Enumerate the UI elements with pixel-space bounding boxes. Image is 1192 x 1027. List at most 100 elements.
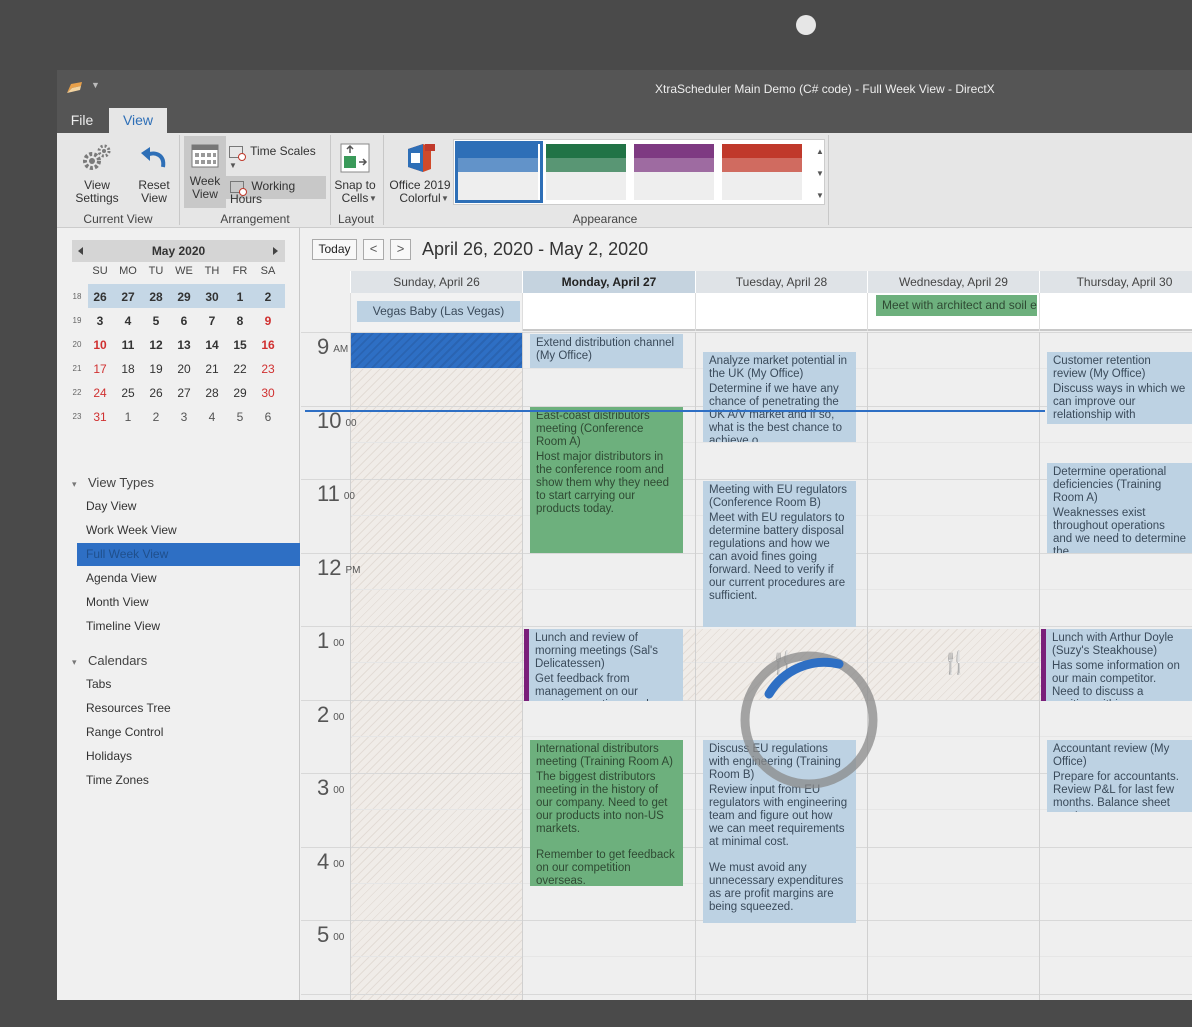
calendar-day[interactable]: 28 — [142, 290, 170, 304]
calendar-day[interactable]: 25 — [114, 386, 142, 400]
gallery-scroll[interactable]: ▲ ▼ ▼ — [815, 141, 825, 207]
next-range-button[interactable]: > — [390, 239, 411, 260]
calendar-day[interactable]: 22 — [226, 362, 254, 376]
calendar-day[interactable]: 28 — [198, 386, 226, 400]
calendar-day[interactable]: 5 — [226, 410, 254, 424]
left-navigation-pane: May 2020 SU MO TU WE TH FR SA 18 26 27 28 29 30 1 2 19 3… — [57, 228, 300, 1000]
nav-item-view-type[interactable]: Timeline View — [77, 615, 300, 638]
column-header-tuesday[interactable]: Tuesday, April 28 — [695, 271, 867, 293]
appointment-description: Prepare for accountants. Review P&L for … — [1053, 771, 1179, 812]
calendar-day[interactable]: 14 — [198, 338, 226, 352]
appointment[interactable]: Meeting with EU regulators (Conference R… — [703, 481, 856, 627]
calendar-day[interactable]: 30 — [198, 290, 226, 304]
snap-to-cells-button[interactable]: Snap to Cells ▼ — [333, 141, 377, 205]
column-header-sunday[interactable]: Sunday, April 26 — [350, 271, 522, 293]
calendar-day[interactable]: 17 — [86, 362, 114, 376]
calendar-day[interactable]: 5 — [142, 314, 170, 328]
calendar-day[interactable]: 2 — [142, 410, 170, 424]
calendar-day[interactable]: 13 — [170, 338, 198, 352]
week-view-button[interactable]: Week View — [184, 136, 226, 208]
calendar-day[interactable]: 21 — [198, 362, 226, 376]
nav-item-calendar[interactable]: Range Control — [77, 721, 300, 744]
calendar-day[interactable]: 12 — [142, 338, 170, 352]
reset-view-button[interactable]: Reset View — [133, 141, 175, 205]
calendars-header[interactable]: ▾ Calendars — [72, 653, 147, 668]
quick-access-dropdown-icon[interactable]: ▼ — [91, 80, 100, 90]
calendar-day[interactable]: 26 — [86, 290, 114, 304]
tab-view[interactable]: View — [109, 108, 167, 133]
office-theme-button[interactable]: Office 2019 Colorful ▼ — [387, 141, 453, 205]
appointment[interactable]: Customer retention review (My Office) Dis… — [1047, 352, 1192, 424]
nav-item-calendar[interactable]: Tabs — [77, 673, 300, 696]
selected-time-cell[interactable] — [350, 332, 522, 368]
time-scales-button[interactable]: Time Scales ▼ — [229, 145, 321, 172]
column-header-thursday[interactable]: Thursday, April 30 — [1039, 271, 1192, 293]
calendar-day[interactable]: 30 — [254, 386, 282, 400]
nav-item-calendar[interactable]: Holidays — [77, 745, 300, 768]
calendar-day[interactable]: 11 — [114, 338, 142, 352]
calendar-day[interactable]: 18 — [114, 362, 142, 376]
tab-file[interactable]: File — [62, 108, 102, 133]
all-day-cell[interactable] — [522, 293, 695, 331]
column-header-monday[interactable]: Monday, April 27 — [522, 271, 695, 293]
calendar-day[interactable]: 15 — [226, 338, 254, 352]
app-icon[interactable] — [66, 81, 83, 95]
calendar-day[interactable]: 3 — [170, 410, 198, 424]
nav-item-view-type[interactable]: Work Week View — [77, 519, 300, 542]
calendar-day[interactable]: 26 — [142, 386, 170, 400]
nav-item-view-type[interactable]: Day View — [77, 495, 300, 518]
view-types-header[interactable]: ▾ View Types — [72, 475, 154, 490]
today-button[interactable]: Today — [312, 239, 357, 260]
all-day-appointment[interactable]: Vegas Baby (Las Vegas) — [357, 301, 520, 322]
appointment[interactable]: Lunch with Arthur Doyle (Suzy's Steakhou… — [1041, 629, 1192, 701]
calendar-day[interactable]: 6 — [254, 410, 282, 424]
calendar-day[interactable]: 27 — [114, 290, 142, 304]
all-day-appointment[interactable]: Meet with architect and soil e... — [876, 295, 1037, 316]
theme-swatch[interactable] — [458, 144, 538, 200]
calendar-day[interactable]: 1 — [114, 410, 142, 424]
appointment[interactable]: Accountant review (My Office) Prepare for… — [1047, 740, 1192, 812]
appointment[interactable]: Analyze market potential in the UK (My O… — [703, 352, 856, 442]
nav-item-view-type[interactable]: Agenda View — [77, 567, 300, 590]
nav-item-calendar[interactable]: Resources Tree — [77, 697, 300, 720]
all-day-cell[interactable] — [695, 293, 867, 331]
appointment-description: Meet with EU regulators to determine bat… — [709, 512, 846, 602]
calendar-day[interactable]: 4 — [198, 410, 226, 424]
hour-number: 1 — [317, 628, 330, 653]
appointment[interactable]: International distributors meeting (Trai… — [530, 740, 683, 886]
appointment[interactable]: East-coast distributors meeting (Confere… — [530, 407, 683, 553]
calendar-day[interactable]: 1 — [226, 290, 254, 304]
nav-item-view-type[interactable]: Full Week View — [77, 543, 300, 566]
theme-swatch[interactable] — [722, 144, 802, 200]
calendar-day[interactable]: 16 — [254, 338, 282, 352]
calendar-day[interactable]: 6 — [170, 314, 198, 328]
calendar-day[interactable]: 20 — [170, 362, 198, 376]
appointment[interactable]: Determine operational deficiencies (Trai… — [1047, 463, 1192, 553]
appointment[interactable]: Lunch and review of morning meetings (Sa… — [524, 629, 683, 701]
all-day-cell[interactable] — [1039, 293, 1192, 331]
calendar-day[interactable]: 10 — [86, 338, 114, 352]
calendar-day[interactable]: 24 — [86, 386, 114, 400]
appointment[interactable]: Extend distribution channel (My Office) — [530, 334, 683, 368]
view-settings-button[interactable]: View Settings — [61, 141, 133, 205]
calendar-day[interactable]: 31 — [86, 410, 114, 424]
calendar-day[interactable]: 3 — [86, 314, 114, 328]
calendar-day[interactable]: 2 — [254, 290, 282, 304]
calendar-day[interactable]: 19 — [142, 362, 170, 376]
calendar-day[interactable]: 4 — [114, 314, 142, 328]
calendar-day[interactable]: 8 — [226, 314, 254, 328]
nav-item-view-type[interactable]: Month View — [77, 591, 300, 614]
calendar-day[interactable]: 23 — [254, 362, 282, 376]
prev-range-button[interactable]: < — [363, 239, 384, 260]
next-month-icon[interactable] — [273, 247, 278, 255]
calendar-day[interactable]: 27 — [170, 386, 198, 400]
calendar-day[interactable]: 7 — [198, 314, 226, 328]
calendar-day[interactable]: 29 — [226, 386, 254, 400]
calendar-day[interactable]: 9 — [254, 314, 282, 328]
calendar-day[interactable]: 29 — [170, 290, 198, 304]
working-hours-button[interactable]: Working Hours — [226, 176, 326, 206]
theme-swatch[interactable] — [634, 144, 714, 200]
column-header-wednesday[interactable]: Wednesday, April 29 — [867, 271, 1039, 293]
nav-item-calendar[interactable]: Time Zones — [77, 769, 300, 792]
theme-swatch[interactable] — [546, 144, 626, 200]
